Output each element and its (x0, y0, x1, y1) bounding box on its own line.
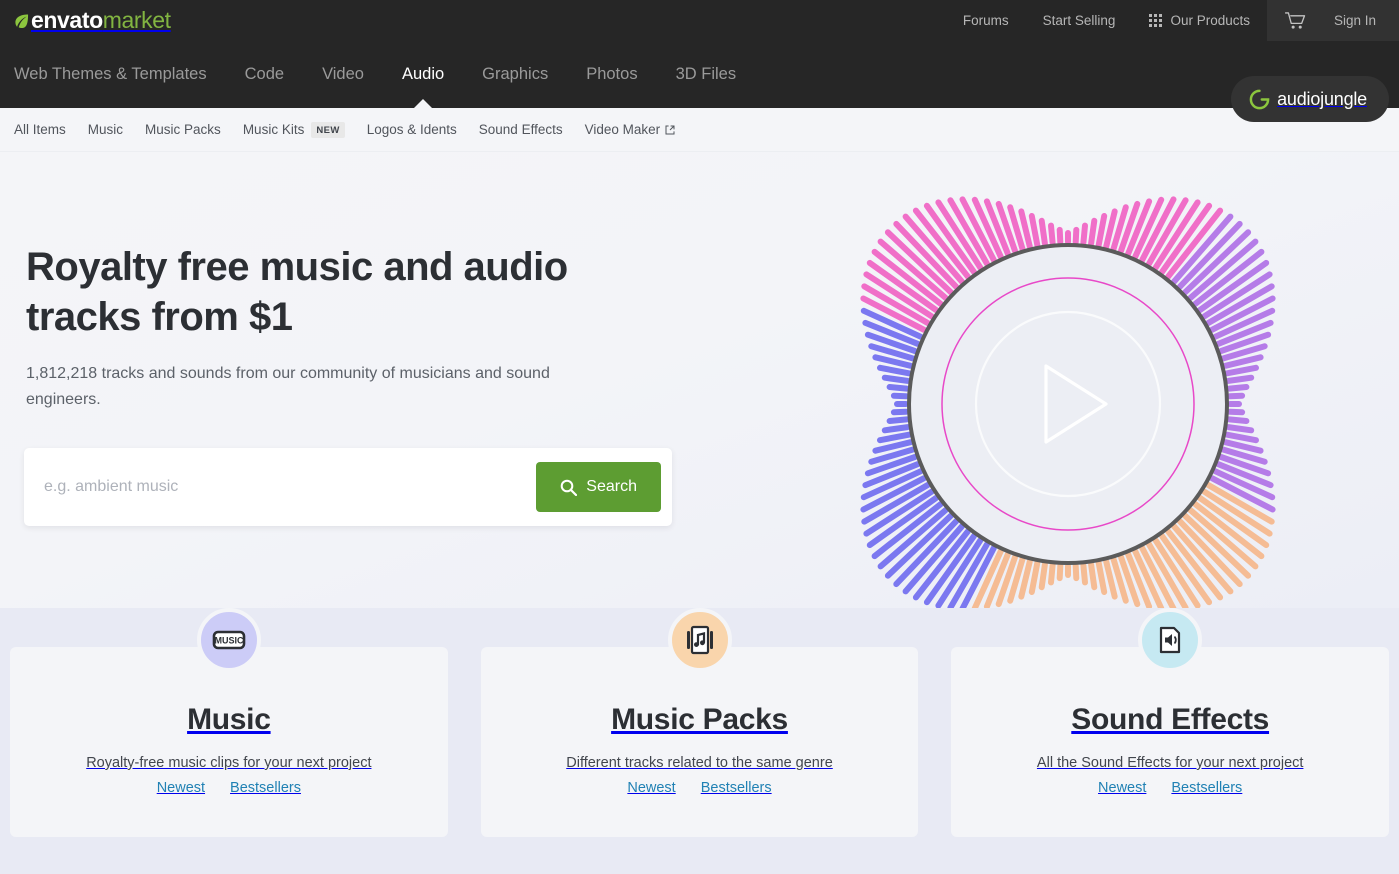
card-links: Newest Bestsellers (481, 780, 919, 796)
nav-label: Graphics (482, 65, 548, 83)
card-title: Sound Effects (951, 703, 1389, 737)
nav-label: Video (322, 65, 364, 83)
newest-link[interactable]: Newest (157, 780, 205, 796)
bestsellers-link[interactable]: Bestsellers (1171, 780, 1242, 796)
nav-label: Code (245, 65, 284, 83)
forums-link[interactable]: Forums (946, 0, 1026, 41)
sign-in-link[interactable]: Sign In (1317, 13, 1393, 28)
card-links: Newest Bestsellers (951, 780, 1389, 796)
audio-waveform-play-circle (808, 152, 1328, 608)
card-description: All the Sound Effects for your next proj… (951, 755, 1389, 771)
sign-in-label: Sign In (1334, 13, 1376, 28)
our-products-label: Our Products (1170, 13, 1250, 28)
envato-market-logo[interactable]: envatomarket (14, 7, 171, 34)
active-nav-caret-icon (414, 99, 432, 108)
categories-section: MUSIC Music Royalty-free music clips for… (0, 608, 1399, 874)
forums-label: Forums (963, 13, 1009, 28)
nav-item-photos[interactable]: Photos (567, 41, 656, 108)
svg-text:MUSIC: MUSIC (214, 636, 244, 646)
cart-icon (1285, 12, 1306, 30)
primary-nav: Web Themes & Templates Code Video Audio … (0, 41, 1399, 108)
subnav-item-music[interactable]: Music (77, 122, 134, 137)
start-selling-link[interactable]: Start Selling (1026, 0, 1133, 41)
subnav-item-video-maker[interactable]: Video Maker (574, 122, 687, 137)
logo-text-envato: envato (31, 7, 103, 34)
site-header: envatomarket Forums Start Selling Our Pr… (0, 0, 1399, 108)
nav-label: 3D Files (676, 65, 737, 83)
subnav-label: Video Maker (585, 122, 661, 137)
envato-leaf-icon (14, 13, 29, 29)
card-links: Newest Bestsellers (10, 780, 448, 796)
signin-group: Sign In (1267, 0, 1399, 41)
hero-subtitle: 1,812,218 tracks and sounds from our com… (26, 361, 616, 413)
card-description: Different tracks related to the same gen… (481, 755, 919, 771)
card-title: Music (10, 703, 448, 737)
external-link-icon (665, 125, 675, 135)
grid-icon (1149, 14, 1162, 27)
start-selling-label: Start Selling (1043, 13, 1116, 28)
card-description: Royalty-free music clips for your next p… (10, 755, 448, 771)
subnav-item-sound-effects[interactable]: Sound Effects (468, 122, 574, 137)
search-input[interactable] (24, 462, 536, 512)
category-subnav: All Items Music Music Packs Music Kits N… (0, 108, 1399, 152)
nav-item-code[interactable]: Code (226, 41, 303, 108)
new-badge: NEW (311, 122, 344, 138)
nav-label: Photos (586, 65, 637, 83)
search-icon (560, 479, 577, 496)
audiojungle-badge[interactable]: audiojungle (1231, 76, 1389, 122)
card-title: Music Packs (481, 703, 919, 737)
search-button[interactable]: Search (536, 462, 661, 512)
hero-section: Royalty free music and audio tracks from… (0, 152, 1399, 608)
speaker-document-icon (1138, 608, 1202, 672)
hero-title-line1: Royalty free music and audio (26, 245, 568, 289)
page-title: Royalty free music and audio tracks from… (26, 242, 666, 342)
newest-link[interactable]: Newest (1098, 780, 1146, 796)
nav-label: Audio (402, 65, 444, 83)
header-right-group: Forums Start Selling Our Products (946, 0, 1399, 41)
nav-item-video[interactable]: Video (303, 41, 383, 108)
category-card-sound-effects[interactable]: Sound Effects All the Sound Effects for … (951, 647, 1389, 837)
bestsellers-link[interactable]: Bestsellers (701, 780, 772, 796)
header-utility-bar: envatomarket Forums Start Selling Our Pr… (0, 0, 1399, 41)
nav-item-3d-files[interactable]: 3D Files (657, 41, 756, 108)
category-card-music[interactable]: MUSIC Music Royalty-free music clips for… (10, 647, 448, 837)
category-card-music-packs[interactable]: Music Packs Different tracks related to … (481, 647, 919, 837)
newest-link[interactable]: Newest (627, 780, 675, 796)
subnav-label: All Items (14, 122, 66, 137)
subnav-label: Logos & Idents (367, 122, 457, 137)
audiojungle-label: audiojungle (1277, 89, 1367, 110)
cart-button[interactable] (1273, 12, 1317, 30)
search-button-label: Search (586, 478, 637, 496)
subnav-item-logos-idents[interactable]: Logos & Idents (356, 122, 468, 137)
bestsellers-link[interactable]: Bestsellers (230, 780, 301, 796)
hero-copy: Royalty free music and audio tracks from… (26, 242, 666, 413)
logo-text-market: market (103, 7, 171, 34)
subnav-label: Music Packs (145, 122, 221, 137)
categories-row: MUSIC Music Royalty-free music clips for… (10, 608, 1389, 837)
subnav-label: Music Kits (243, 122, 305, 137)
audiojungle-leaf-icon (1249, 89, 1270, 110)
nav-item-graphics[interactable]: Graphics (463, 41, 567, 108)
subnav-item-music-kits[interactable]: Music Kits NEW (232, 122, 356, 138)
nav-item-audio[interactable]: Audio (383, 41, 463, 108)
nav-label: Web Themes & Templates (14, 65, 207, 83)
subnav-label: Music (88, 122, 123, 137)
hero-title-line2: tracks from $1 (26, 295, 292, 339)
music-badge-icon: MUSIC (197, 608, 261, 672)
subnav-item-music-packs[interactable]: Music Packs (134, 122, 232, 137)
album-stack-note-icon (668, 608, 732, 672)
nav-item-web-themes[interactable]: Web Themes & Templates (14, 41, 226, 108)
our-products-link[interactable]: Our Products (1132, 0, 1267, 41)
subnav-label: Sound Effects (479, 122, 563, 137)
subnav-item-all-items[interactable]: All Items (14, 122, 77, 137)
search-bar: Search (24, 448, 672, 526)
